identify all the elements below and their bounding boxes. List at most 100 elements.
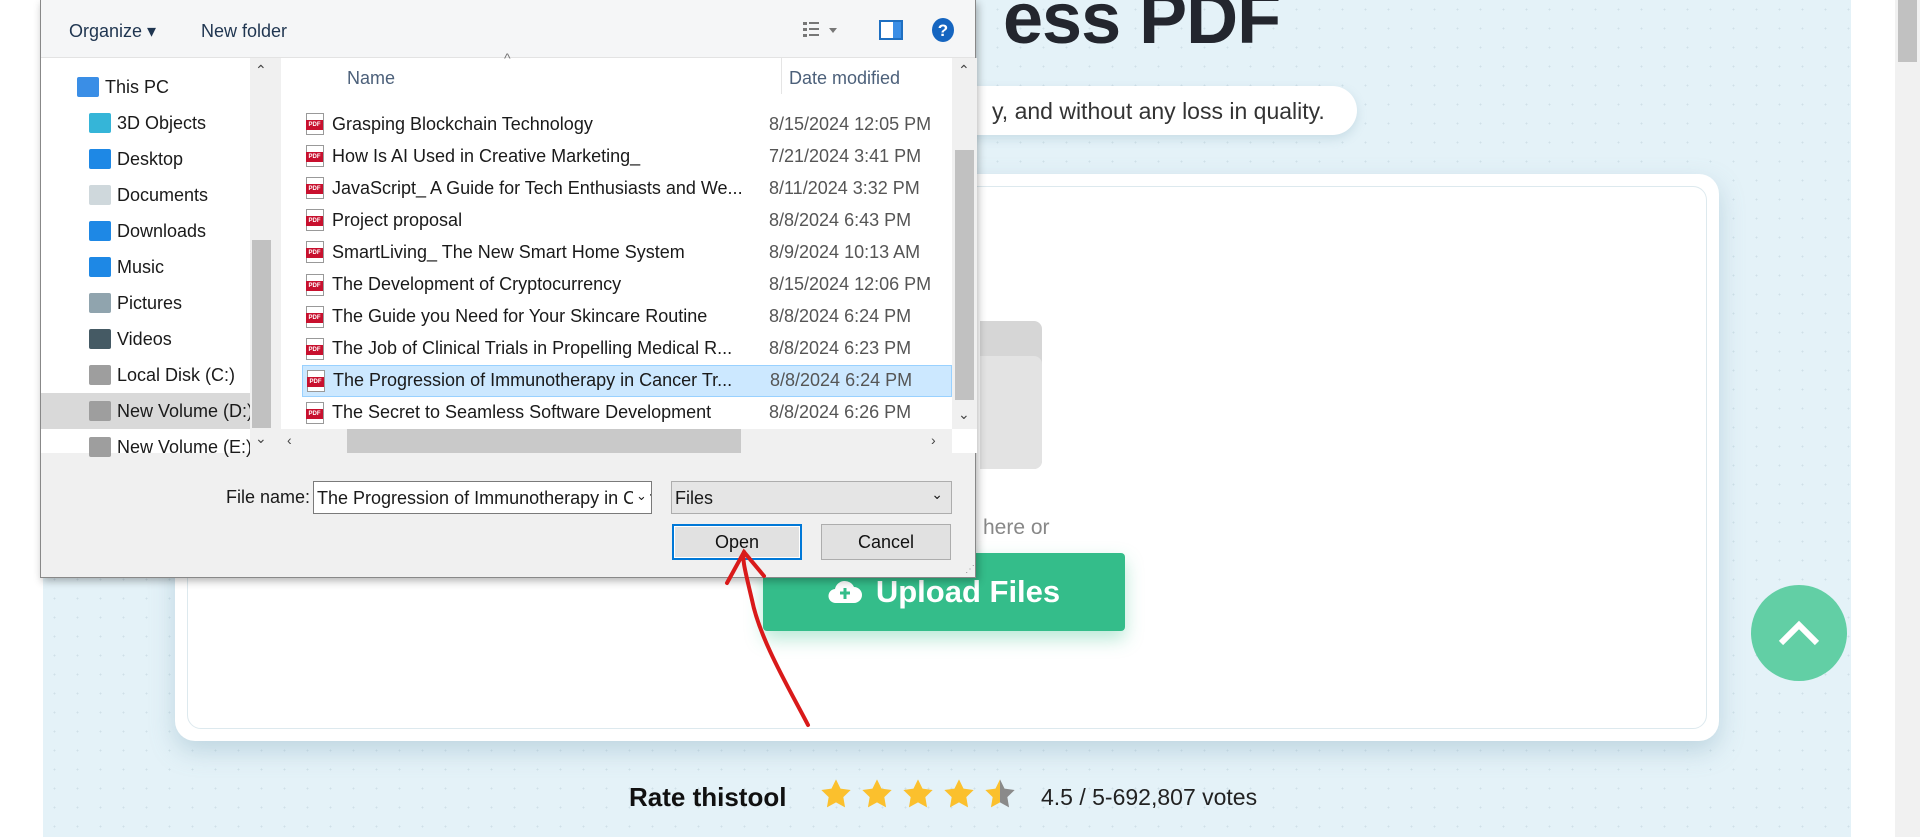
- open-button[interactable]: Open: [672, 524, 802, 560]
- rate-label: Rate thistool: [629, 782, 787, 812]
- nav-item-label: Music: [117, 256, 165, 277]
- file-date: 8/8/2024 6:24 PM: [770, 370, 913, 391]
- subtitle: y, and without any loss in quality.: [992, 98, 1325, 124]
- organize-button[interactable]: Organize ▾: [69, 21, 156, 42]
- computer-icon: [77, 77, 99, 97]
- help-icon[interactable]: ?: [931, 17, 955, 43]
- star-icon[interactable]: [902, 778, 934, 810]
- cloud-upload-icon: [828, 580, 862, 604]
- file-date: 8/15/2024 12:05 PM: [769, 113, 932, 134]
- list-hscrollbar[interactable]: ‹ ›: [281, 429, 952, 453]
- svg-text:?: ?: [938, 21, 948, 40]
- nav-item[interactable]: This PC: [41, 69, 250, 105]
- list-header: ^ Name Date modified: [281, 50, 952, 94]
- file-name-label: File name:: [226, 487, 311, 507]
- cube-icon: [89, 113, 111, 133]
- star-icon[interactable]: [820, 778, 852, 810]
- nav-item-label: Downloads: [117, 220, 207, 241]
- file-list: ^ Name Date modified ⌃ ⌄ ‹ › Grasping Bl…: [281, 50, 977, 453]
- nav-item-label: New Volume (D:): [117, 400, 250, 421]
- file-date: 8/15/2024 12:06 PM: [769, 274, 932, 294]
- file-row[interactable]: Grasping Blockchain Technology 8/15/2024 …: [302, 108, 952, 140]
- nav-item[interactable]: New Volume (E:): [41, 429, 250, 465]
- file-name: Project proposal: [332, 209, 463, 230]
- file-row[interactable]: SmartLiving_ The New Smart Home System 8/…: [302, 236, 952, 268]
- file-date: 8/11/2024 3:32 PM: [769, 177, 920, 198]
- page-scrollbar[interactable]: [1895, 0, 1920, 837]
- file-name: The Secret to Seamless Software Developm…: [332, 402, 712, 423]
- file-row[interactable]: The Secret to Seamless Software Developm…: [302, 397, 952, 429]
- pdf-file-icon: [306, 241, 324, 264]
- preview-pane-icon[interactable]: [879, 20, 903, 40]
- file-row[interactable]: JavaScript_ A Guide for Tech Enthusiasts…: [302, 172, 952, 204]
- file-row[interactable]: Project proposal 8/8/2024 6:43 PM: [302, 204, 952, 236]
- file-row[interactable]: The Job of Clinical Trials in Propelling…: [302, 333, 952, 365]
- new-folder-button[interactable]: New folder: [201, 21, 287, 42]
- column-date-modified[interactable]: Date modified: [789, 68, 900, 89]
- star-icon[interactable]: [984, 778, 1016, 810]
- nav-item[interactable]: Videos: [41, 321, 250, 357]
- file-name: SmartLiving_ The New Smart Home System: [332, 241, 685, 262]
- rating-stars[interactable]: [820, 778, 1016, 810]
- cancel-button[interactable]: Cancel: [821, 524, 951, 560]
- download-icon: [89, 221, 111, 241]
- pdf-file-icon: [306, 305, 324, 328]
- file-name: The Guide you Need for Your Skincare Rou…: [332, 306, 708, 327]
- file-name-input[interactable]: The Progression of Immunotherapy in Canc…: [313, 481, 652, 514]
- page-title: ess PDF: [1003, 0, 1281, 59]
- nav-item[interactable]: New Volume (D:): [41, 393, 250, 429]
- file-date: 8/8/2024 6:43 PM: [769, 209, 912, 230]
- file-name: The Job of Clinical Trials in Propelling…: [332, 338, 733, 359]
- list-vscrollbar[interactable]: ⌃ ⌄: [952, 58, 977, 429]
- column-name[interactable]: Name: [347, 68, 395, 89]
- pdf-file-icon: [306, 177, 324, 200]
- file-row[interactable]: The Guide you Need for Your Skincare Rou…: [302, 301, 952, 333]
- nav-scrollbar[interactable]: ⌃ ⌄: [250, 58, 273, 453]
- nav-item[interactable]: Music: [41, 249, 250, 285]
- nav-item[interactable]: Documents: [41, 177, 250, 213]
- nav-item[interactable]: Pictures: [41, 285, 250, 321]
- file-row[interactable]: The Development of Cryptocurrency 8/15/20…: [302, 269, 952, 301]
- nav-item[interactable]: Downloads: [41, 213, 250, 249]
- nav-item[interactable]: Local Disk (C:): [41, 357, 250, 393]
- star-icon[interactable]: [861, 778, 893, 810]
- upload-files-label: Upload Files: [875, 574, 1061, 609]
- file-date: 8/9/2024 10:13 AM: [769, 241, 921, 262]
- pdf-file-icon: [307, 369, 325, 392]
- drive-icon: [89, 401, 111, 421]
- rating-text: 4.5 / 5-692,807 votes: [1041, 784, 1258, 810]
- pdf-file-icon: [306, 337, 324, 360]
- folder-front: [980, 356, 1042, 469]
- file-date: 7/21/2024 3:41 PM: [769, 145, 922, 166]
- file-date: 8/8/2024 6:24 PM: [769, 306, 912, 327]
- chevron-up-icon: [1778, 620, 1820, 646]
- file-name: JavaScript_ A Guide for Tech Enthusiasts…: [332, 177, 743, 198]
- drive-icon: [89, 437, 111, 457]
- drive-icon: [89, 365, 111, 385]
- view-list-icon[interactable]: [803, 20, 839, 40]
- file-date: 8/8/2024 6:23 PM: [769, 338, 912, 359]
- nav-item[interactable]: Desktop: [41, 141, 250, 177]
- nav-item-label: Local Disk (C:): [117, 364, 236, 385]
- nav-item-label: This PC: [105, 76, 170, 97]
- file-name: The Development of Cryptocurrency: [332, 274, 622, 294]
- nav-item[interactable]: 3D Objects: [41, 105, 250, 141]
- file-row[interactable]: The Progression of Immunotherapy in Canc…: [302, 364, 952, 397]
- star-icon[interactable]: [943, 778, 975, 810]
- file-name: The Progression of Immunotherapy in Canc…: [333, 370, 733, 391]
- nav-item-label: Desktop: [117, 148, 184, 169]
- resize-grip[interactable]: ⋰: [965, 564, 975, 575]
- videos-icon: [89, 329, 111, 349]
- pdf-file-icon: [306, 401, 324, 424]
- pdf-file-icon: [306, 113, 324, 135]
- pdf-file-icon: [306, 145, 324, 168]
- pdf-file-icon: [306, 209, 324, 232]
- file-date: 8/8/2024 6:26 PM: [769, 402, 912, 423]
- scroll-to-top-button[interactable]: [1751, 585, 1847, 681]
- nav-item-label: Videos: [117, 328, 172, 349]
- file-name-dropdown-icon[interactable]: ⌄: [633, 488, 650, 504]
- file-type-select[interactable]: Files ⌄: [671, 481, 952, 514]
- scrollbar-thumb[interactable]: [1898, 0, 1917, 62]
- file-row[interactable]: How Is AI Used in Creative Marketing_ 7/2…: [302, 140, 952, 172]
- nav-item-label: New Volume (E:): [117, 436, 250, 457]
